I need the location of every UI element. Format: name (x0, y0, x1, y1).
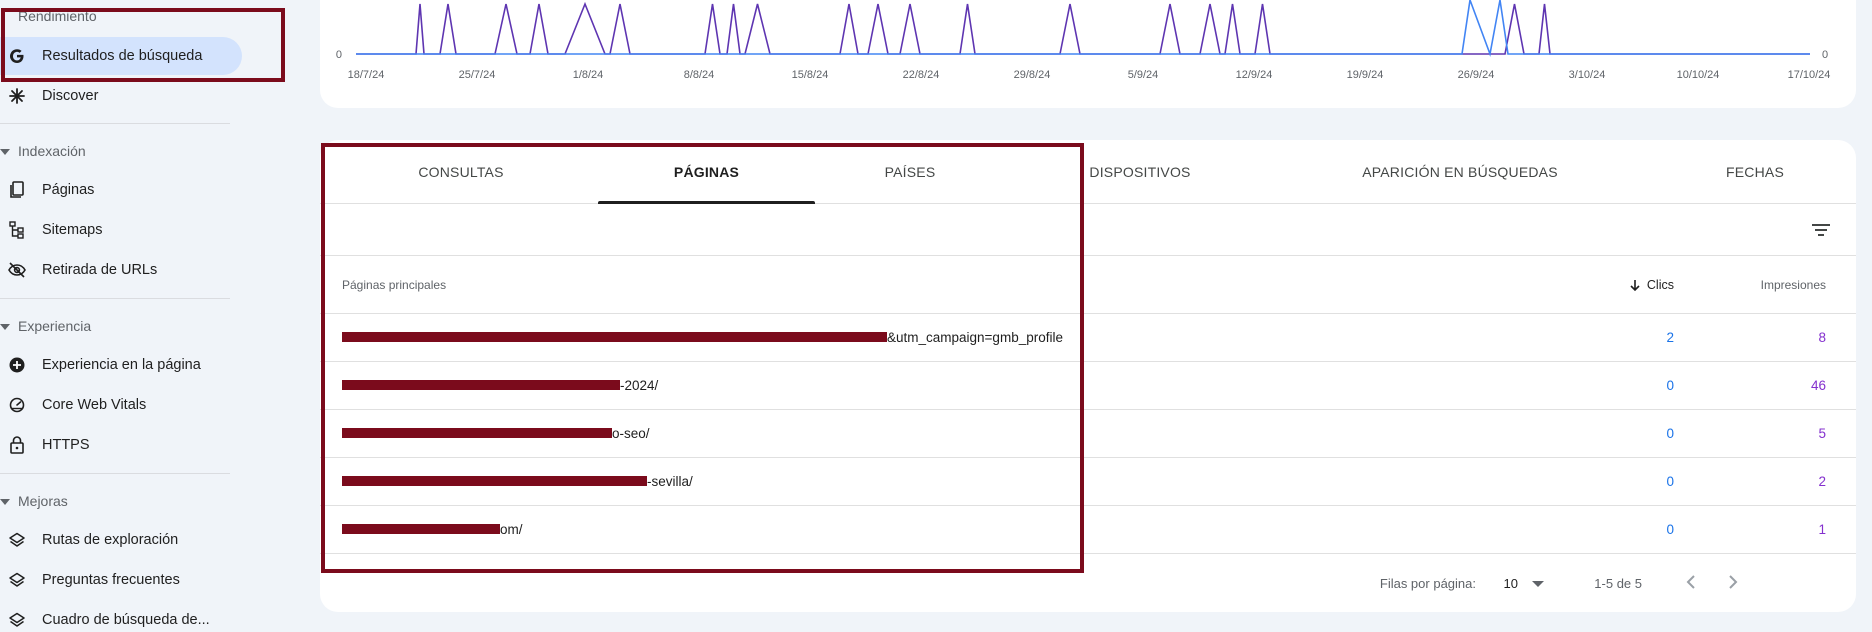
asterisk-icon (8, 87, 26, 105)
x-tick-label: 3/10/24 (1569, 69, 1606, 81)
impressions-cell: 1 (1818, 522, 1826, 537)
sidebar-section-experiencia[interactable]: Experiencia (18, 318, 91, 334)
sidebar-item-paginas[interactable]: Páginas (0, 171, 242, 209)
axis-zero-left: 0 (336, 49, 342, 61)
clicks-series-line (356, 0, 1810, 58)
sidebar-item-label: Retirada de URLs (42, 262, 158, 278)
sidebar-section-indexacion[interactable]: Indexación (18, 143, 86, 159)
caret-down-icon[interactable] (0, 324, 10, 330)
clicks-cell: 0 (1666, 474, 1674, 489)
x-tick-label: 19/9/24 (1347, 69, 1384, 81)
tab-fechas[interactable]: FECHAS (1665, 140, 1845, 204)
tab-aparicion-busquedas[interactable]: APARICIÓN EN BÚSQUEDAS (1300, 140, 1620, 204)
x-tick-label: 1/8/24 (573, 69, 604, 81)
sitemap-icon (8, 221, 26, 239)
sidebar-item-label: Cuadro de búsqueda de... (42, 612, 210, 628)
column-header-impresiones[interactable]: Impresiones (1761, 278, 1826, 292)
x-tick-label: 8/8/24 (684, 69, 715, 81)
sidebar-item-discover[interactable]: Discover (0, 77, 242, 115)
x-tick-label: 25/7/24 (459, 69, 496, 81)
caret-down-icon[interactable] (0, 499, 10, 505)
chevron-right-icon[interactable] (1718, 568, 1746, 596)
sidebar-divider (0, 473, 230, 474)
sidebar-item-core-web-vitals[interactable]: Core Web Vitals (0, 386, 242, 424)
sidebar-item-sitemaps[interactable]: Sitemaps (0, 211, 242, 249)
clicks-cell: 2 (1666, 330, 1674, 345)
sidebar-item-label: Sitemaps (42, 222, 103, 238)
sidebar-item-label: HTTPS (42, 437, 90, 453)
impressions-cell: 2 (1818, 474, 1826, 489)
impressions-cell: 8 (1818, 330, 1826, 345)
clicks-cell: 0 (1666, 522, 1674, 537)
sidebar-item-preguntas-frecuentes[interactable]: Preguntas frecuentes (0, 561, 242, 599)
sidebar-divider (0, 123, 230, 124)
axis-zero-right: 0 (1822, 49, 1828, 61)
clicks-cell: 0 (1666, 378, 1674, 393)
chevron-left-icon[interactable] (1678, 568, 1706, 596)
column-header-clics[interactable]: Clics (1629, 278, 1674, 292)
layers-icon (8, 531, 26, 549)
clicks-cell: 0 (1666, 426, 1674, 441)
sidebar-section-mejoras[interactable]: Mejoras (18, 493, 68, 509)
layers-icon (8, 571, 26, 589)
highlight-annotation-box (321, 143, 1084, 573)
x-tick-label: 17/10/24 (1788, 69, 1831, 81)
sidebar-item-rutas-exploracion[interactable]: Rutas de exploración (0, 521, 242, 559)
x-tick-label: 5/9/24 (1128, 69, 1159, 81)
sidebar-item-experiencia-pagina[interactable]: Experiencia en la página (0, 346, 242, 384)
x-tick-label: 12/9/24 (1236, 69, 1273, 81)
x-tick-label: 18/7/24 (348, 69, 385, 81)
sidebar-item-retirada-urls[interactable]: Retirada de URLs (0, 251, 242, 289)
column-header-label: Clics (1646, 278, 1674, 292)
sidebar-item-label: Discover (42, 88, 99, 104)
sidebar-item-label: Experiencia en la página (42, 357, 201, 373)
page-range: 1-5 de 5 (1594, 576, 1642, 591)
sidebar-item-label: Preguntas frecuentes (42, 572, 180, 588)
filter-icon[interactable] (1810, 220, 1832, 240)
x-tick-label: 15/8/24 (792, 69, 829, 81)
rows-per-page-label: Filas por página: (1379, 576, 1476, 591)
plus-circle-icon (8, 356, 26, 374)
performance-chart[interactable]: 0 0 18/7/24 25/7/24 1/8/24 8/8/24 15/8/24 22/… (320, 0, 1856, 108)
performance-chart-card: 0 0 18/7/24 25/7/24 1/8/24 8/8/24 15/8/24 22/… (320, 0, 1856, 108)
x-tick-label: 29/8/24 (1014, 69, 1051, 81)
impressions-cell: 46 (1810, 378, 1826, 393)
sidebar-divider (0, 298, 230, 299)
impressions-cell: 5 (1818, 426, 1826, 441)
layers-icon (8, 611, 26, 629)
caret-down-icon[interactable] (0, 149, 10, 155)
sort-arrow-down-icon (1630, 279, 1640, 291)
rows-per-page-select[interactable]: 10 (1504, 576, 1518, 591)
sidebar-item-cuadro-busqueda[interactable]: Cuadro de búsqueda de... (0, 601, 242, 632)
x-tick-label: 22/8/24 (903, 69, 940, 81)
sidebar-item-label: Páginas (42, 182, 95, 198)
caret-down-icon[interactable] (1532, 581, 1544, 587)
x-tick-label: 26/9/24 (1458, 69, 1495, 81)
gauge-icon (8, 396, 26, 414)
sidebar-nav: Rendimiento Resultados de búsqueda Disco… (0, 0, 242, 632)
sidebar-item-https[interactable]: HTTPS (0, 426, 242, 464)
sidebar-item-label: Core Web Vitals (42, 397, 147, 413)
impressions-series-line (356, 1, 1810, 55)
pages-icon (8, 181, 26, 199)
highlight-annotation-box (1, 8, 285, 82)
x-tick-label: 10/10/24 (1677, 69, 1720, 81)
sidebar-item-label: Rutas de exploración (42, 532, 179, 548)
eye-off-icon (8, 261, 26, 279)
lock-icon (8, 436, 26, 454)
